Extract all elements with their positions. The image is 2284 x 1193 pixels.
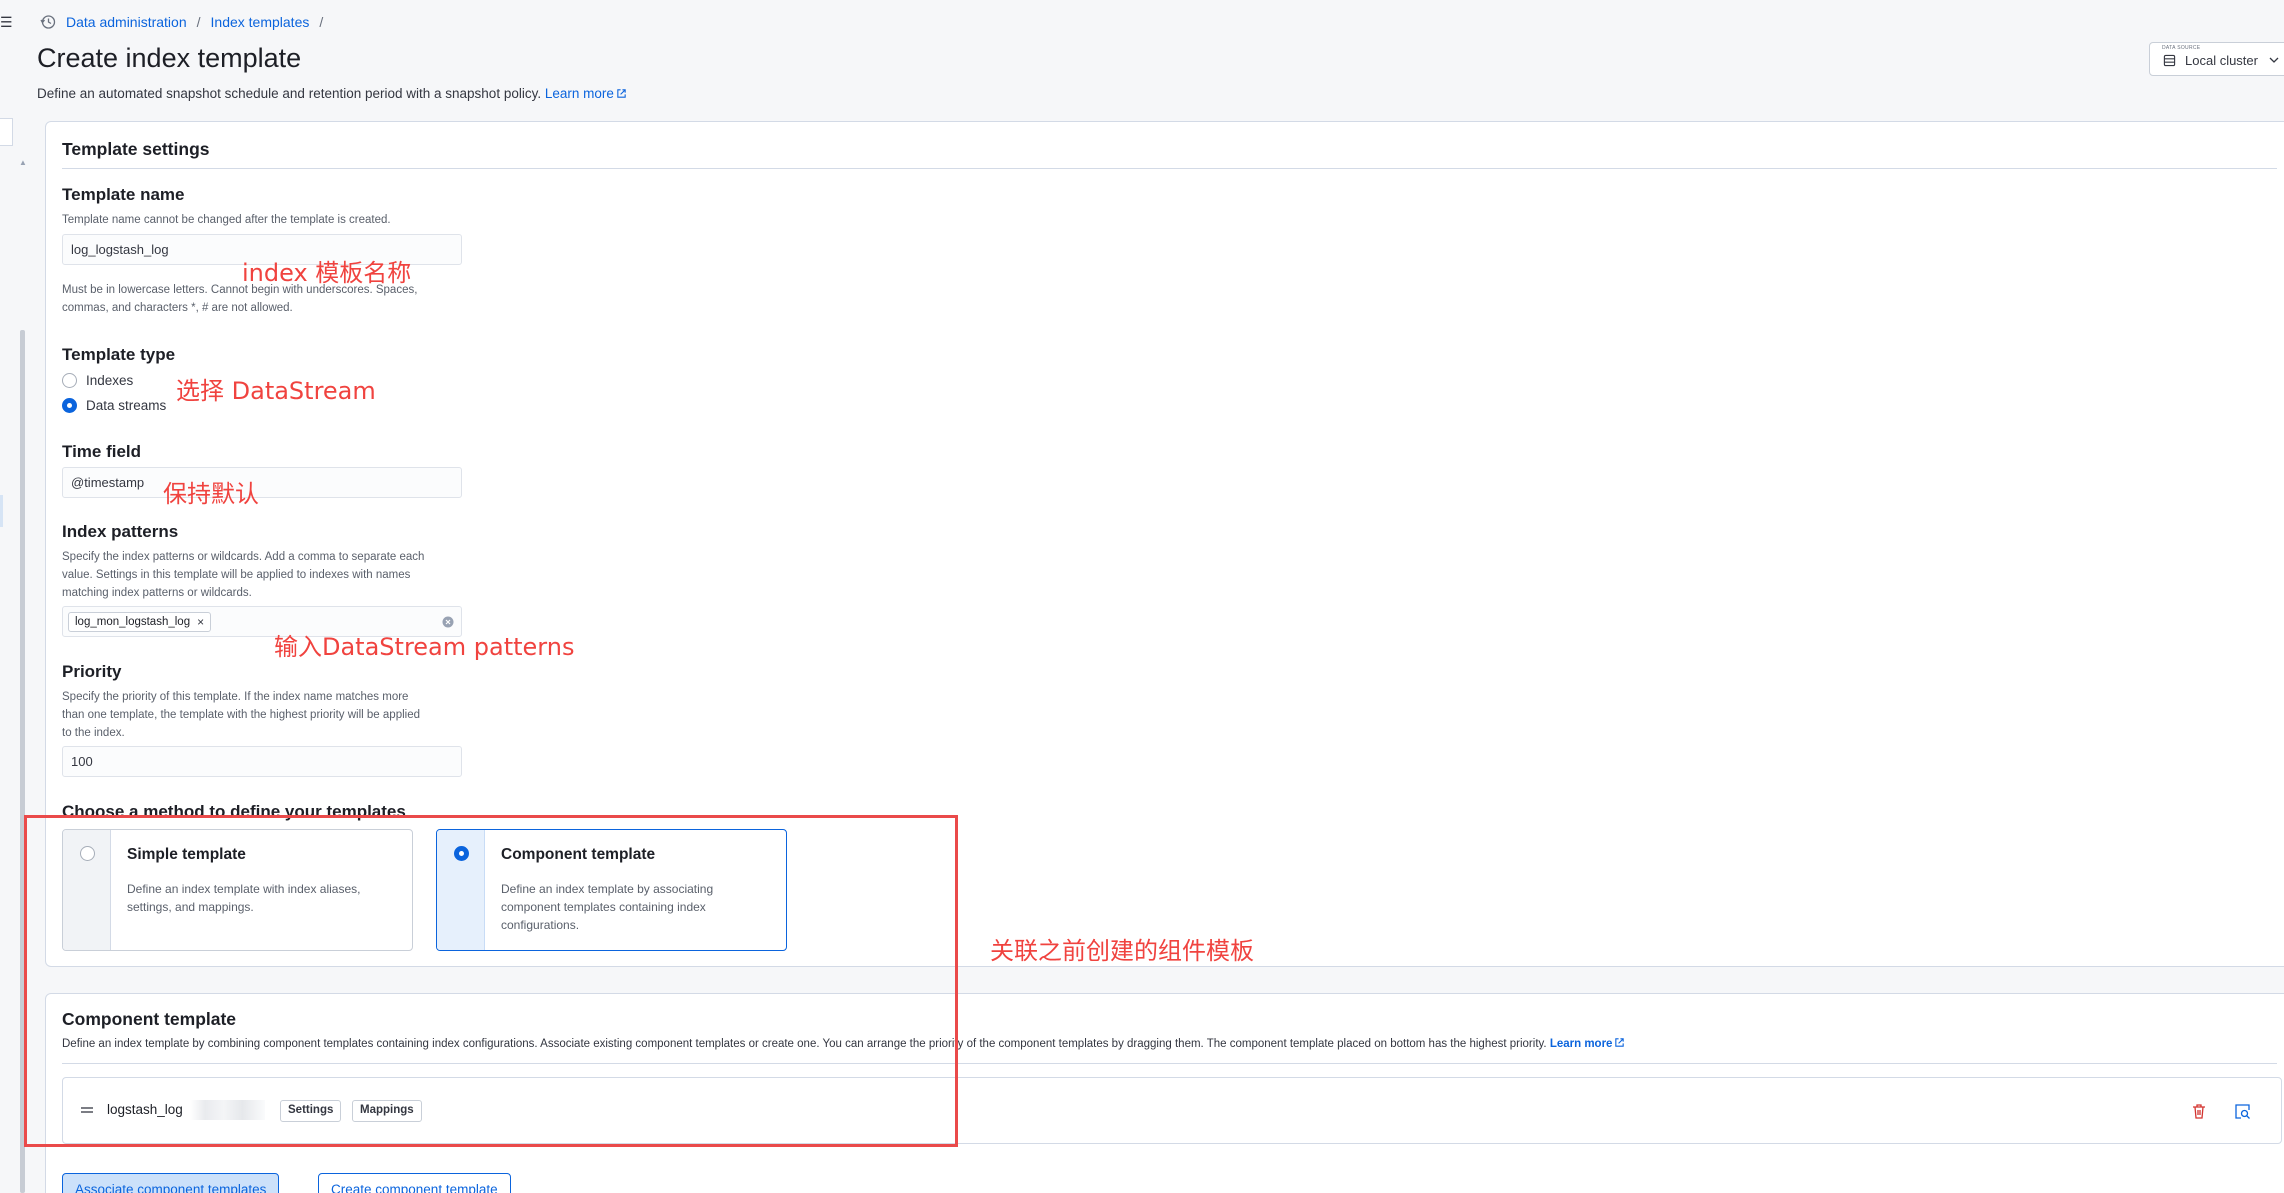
annotation-index-patterns: 输入DataStream patterns [274, 633, 575, 661]
radio-indexes[interactable]: Indexes [62, 373, 133, 388]
annotation-time-field: 保持默认 [163, 480, 259, 508]
data-source-label: DATA SOURCE [2162, 45, 2201, 51]
time-field-input[interactable]: @timestamp [62, 467, 462, 498]
radio-data-streams-control[interactable] [62, 398, 77, 413]
radio-data-streams[interactable]: Data streams [62, 398, 166, 413]
time-field-label: Time field [62, 442, 142, 461]
radio-indexes-label: Indexes [86, 373, 134, 388]
index-patterns-help-2: value. Settings in this template will be… [62, 569, 411, 581]
radio-data-streams-label: Data streams [86, 398, 167, 413]
annotation-template-name: index 模板名称 [242, 259, 412, 287]
breadcrumb-separator: / [196, 14, 201, 30]
component-learn-more-link[interactable]: Learn more [1550, 1038, 1626, 1050]
component-learn-more-label: Learn more [1549, 1038, 1613, 1050]
priority-help-3: to the index. [62, 727, 125, 739]
external-link-icon [1615, 1038, 1625, 1047]
template-name-help: Template name cannot be changed after th… [62, 214, 391, 226]
trash-icon[interactable] [2191, 1103, 2207, 1120]
learn-more-label: Learn more [544, 86, 614, 101]
chevron-down-icon [2269, 57, 2279, 63]
page-description: Define an automated snapshot schedule an… [37, 86, 627, 101]
learn-more-link[interactable]: Learn more [545, 86, 627, 101]
template-name-rule-2: commas, and characters *, # are not allo… [62, 302, 293, 314]
associate-component-templates-button[interactable]: Associate component templates [62, 1173, 280, 1193]
priority-label: Priority [62, 662, 122, 681]
breadcrumb-separator: / [319, 14, 324, 30]
chip-remove-icon[interactable]: × [197, 615, 204, 629]
rail-collapsed-panel[interactable] [0, 118, 13, 146]
annotation-highlight-box [24, 815, 958, 1147]
pattern-chip-label: log_mon_logstash_log [75, 616, 191, 628]
index-patterns-help-3: matching index patterns or wildcards. [62, 587, 252, 599]
history-icon [40, 15, 56, 29]
breadcrumb: Data administration / Index templates / [40, 14, 323, 30]
priority-input[interactable]: 100 [62, 746, 462, 777]
template-name-label: Template name [62, 185, 185, 204]
menu-icon[interactable]: ☰ [0, 14, 13, 31]
inspect-icon[interactable] [2234, 1103, 2251, 1120]
annotation-component-template: 关联之前创建的组件模板 [990, 937, 1254, 965]
priority-help-2: than one template, the template with the… [62, 709, 420, 721]
create-component-template-button[interactable]: Create component template [318, 1173, 511, 1193]
rail-active-indicator [0, 495, 3, 527]
data-source-value: Local cluster [2185, 53, 2258, 68]
priority-help-1: Specify the priority of this template. I… [62, 691, 409, 703]
template-settings-heading: Template settings [62, 139, 210, 159]
pattern-chip: log_mon_logstash_log × [68, 612, 212, 632]
index-patterns-label: Index patterns [62, 522, 179, 541]
page-title: Create index template [37, 43, 302, 73]
index-patterns-help-1: Specify the index patterns or wildcards.… [62, 551, 425, 563]
breadcrumb-index-templates[interactable]: Index templates [211, 14, 310, 30]
page-description-text: Define an automated snapshot schedule an… [37, 86, 542, 101]
data-source-selector[interactable]: DATA SOURCE Local cluster [2149, 42, 2284, 76]
external-link-icon [617, 89, 626, 98]
template-type-label: Template type [62, 345, 176, 364]
database-icon [2163, 54, 2176, 67]
radio-indexes-control[interactable] [62, 373, 77, 388]
scroll-up-icon[interactable]: ▲ [19, 158, 27, 167]
breadcrumb-data-administration[interactable]: Data administration [66, 14, 187, 30]
annotation-template-type: 选择 DataStream [176, 377, 376, 405]
divider [62, 168, 2277, 169]
